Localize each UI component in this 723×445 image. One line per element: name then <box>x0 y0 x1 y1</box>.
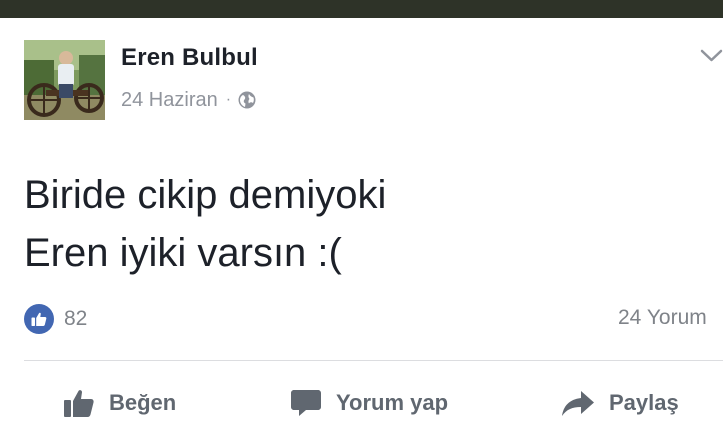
thumbs-up-icon <box>64 390 94 417</box>
globe-icon[interactable] <box>238 91 256 109</box>
chevron-down-icon[interactable] <box>700 48 723 64</box>
reactions-summary[interactable]: 82 <box>24 304 87 334</box>
comment-button[interactable]: Yorum yap <box>290 386 448 420</box>
thumbs-up-icon <box>24 304 54 334</box>
like-count: 82 <box>64 307 88 330</box>
like-button-label: Beğen <box>109 390 177 415</box>
share-arrow-icon <box>562 391 594 416</box>
avatar[interactable] <box>24 40 105 120</box>
post-text-line-1: Biride cikip demiyoki <box>24 173 387 217</box>
top-bar <box>0 0 723 18</box>
post-meta: 24 Haziran · <box>121 88 256 112</box>
comment-count[interactable]: 24 Yorum <box>618 306 707 330</box>
like-button[interactable]: Beğen <box>63 386 176 420</box>
share-button-label: Paylaş <box>609 390 679 415</box>
post-text-line-2: Eren iyiki varsın :( <box>24 231 342 275</box>
divider <box>24 360 723 361</box>
meta-separator: · <box>225 91 232 108</box>
comment-bubble-icon <box>291 390 321 416</box>
share-button[interactable]: Paylaş <box>561 386 679 420</box>
post-date[interactable]: 24 Haziran <box>121 89 218 112</box>
comment-button-label: Yorum yap <box>336 390 449 415</box>
author-name[interactable]: Eren Bulbul <box>121 44 258 72</box>
post-text: Biride cikip demiyoki Eren iyiki varsın … <box>24 166 386 282</box>
post-card: Eren Bulbul 24 Haziran · Biride cikip de… <box>0 18 723 445</box>
